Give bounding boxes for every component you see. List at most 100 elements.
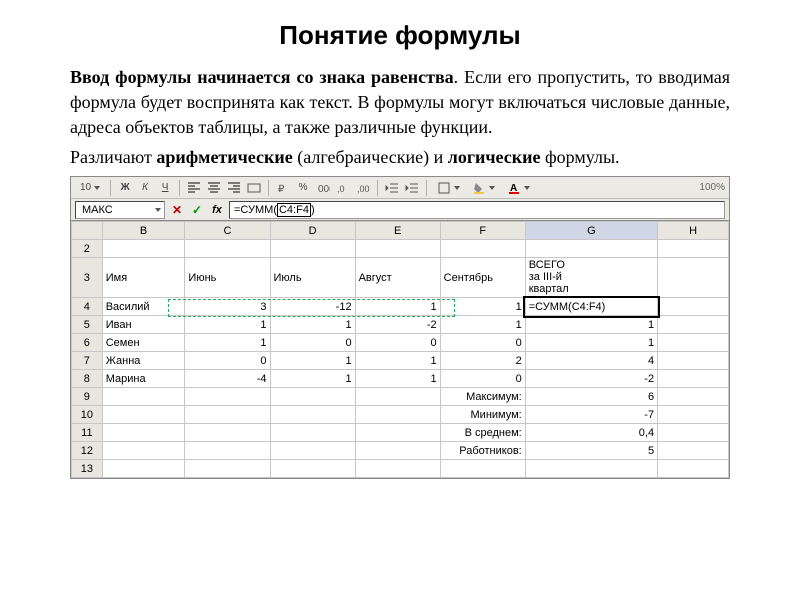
cell[interactable]: Август (355, 258, 440, 298)
indent-button[interactable] (403, 179, 421, 197)
accept-formula-button[interactable]: ✓ (189, 201, 205, 219)
cell[interactable]: -7 (525, 406, 657, 424)
row-header[interactable]: 10 (72, 406, 103, 424)
cell[interactable]: 1 (270, 352, 355, 370)
comma-button[interactable]: 000 (314, 179, 332, 197)
align-left-button[interactable] (185, 179, 203, 197)
decrease-decimal-button[interactable]: ,0 (334, 179, 352, 197)
cell[interactable]: Жанна (102, 352, 185, 370)
cell[interactable]: Июнь (185, 258, 270, 298)
align-center-button[interactable] (205, 179, 223, 197)
cell[interactable]: 0 (440, 370, 525, 388)
bold-button[interactable]: Ж (116, 179, 134, 197)
cells-grid[interactable]: B C D E F G H 2 3 Имя Июнь Июль Август С… (71, 221, 729, 478)
cell[interactable] (658, 316, 729, 334)
cell[interactable]: 0 (270, 334, 355, 352)
cell[interactable] (658, 352, 729, 370)
italic-button[interactable]: К (136, 179, 154, 197)
cell[interactable]: 1 (185, 316, 270, 334)
table-row: 8 Марина -4 1 1 0 -2 (72, 370, 729, 388)
cancel-formula-button[interactable]: ✕ (169, 201, 185, 219)
font-color-button[interactable]: A (502, 179, 535, 197)
name-box[interactable]: МАКС (75, 201, 165, 219)
row-header[interactable]: 13 (72, 460, 103, 478)
spreadsheet-window: 10 Ж К Ч ₽ % 000 ,0 ,00 A 100% (70, 176, 730, 479)
cell[interactable]: 4 (525, 352, 657, 370)
table-row: 6 Семен 1 0 0 0 1 (72, 334, 729, 352)
percent-button[interactable]: % (294, 179, 312, 197)
cell[interactable] (658, 298, 729, 316)
row-header[interactable]: 5 (72, 316, 103, 334)
cell[interactable]: 1 (355, 298, 440, 316)
increase-decimal-button[interactable]: ,00 (354, 179, 372, 197)
cell[interactable]: 5 (525, 442, 657, 460)
border-button[interactable] (432, 179, 465, 197)
cell[interactable] (658, 258, 729, 298)
cell[interactable]: 1 (440, 298, 525, 316)
cell[interactable]: 0 (440, 334, 525, 352)
row-header[interactable]: 2 (72, 240, 103, 258)
cell[interactable]: 1 (185, 334, 270, 352)
row-header[interactable]: 3 (72, 258, 103, 298)
row-header[interactable]: 6 (72, 334, 103, 352)
cell[interactable]: Работников: (440, 442, 525, 460)
cell[interactable]: 1 (270, 370, 355, 388)
cell[interactable] (658, 334, 729, 352)
col-header[interactable]: F (440, 222, 525, 240)
col-header[interactable]: H (658, 222, 729, 240)
cell[interactable]: -2 (525, 370, 657, 388)
outdent-button[interactable] (383, 179, 401, 197)
underline-button[interactable]: Ч (156, 179, 174, 197)
row-header[interactable]: 4 (72, 298, 103, 316)
cell[interactable]: 1 (525, 316, 657, 334)
cell[interactable]: Сентябрь (440, 258, 525, 298)
cell[interactable]: Василий (102, 298, 185, 316)
cell[interactable]: Семен (102, 334, 185, 352)
currency-button[interactable]: ₽ (274, 179, 292, 197)
para-2: Различают арифметические (алгебраические… (70, 145, 730, 170)
row-header[interactable]: 9 (72, 388, 103, 406)
fx-button[interactable]: fx (209, 201, 225, 219)
cell[interactable]: Имя (102, 258, 185, 298)
cell[interactable]: Июль (270, 258, 355, 298)
font-size-box[interactable]: 10 (75, 179, 105, 197)
col-header[interactable]: D (270, 222, 355, 240)
cell[interactable]: 1 (355, 370, 440, 388)
cell[interactable]: Минимум: (440, 406, 525, 424)
cell[interactable]: Иван (102, 316, 185, 334)
merge-button[interactable] (245, 179, 263, 197)
cell[interactable]: 0,4 (525, 424, 657, 442)
row-header[interactable]: 12 (72, 442, 103, 460)
table-row: 11 В среднем: 0,4 (72, 424, 729, 442)
col-header[interactable]: C (185, 222, 270, 240)
active-cell[interactable]: =СУММ(C4:F4) (525, 298, 657, 316)
select-all-corner[interactable] (72, 222, 103, 240)
col-header[interactable]: B (102, 222, 185, 240)
col-header[interactable]: G (525, 222, 657, 240)
cell[interactable]: -12 (270, 298, 355, 316)
row-header[interactable]: 11 (72, 424, 103, 442)
row-header[interactable]: 8 (72, 370, 103, 388)
col-header[interactable]: E (355, 222, 440, 240)
cell[interactable]: Максимум: (440, 388, 525, 406)
cell[interactable]: 0 (355, 334, 440, 352)
cell[interactable]: -2 (355, 316, 440, 334)
fill-color-button[interactable] (467, 179, 500, 197)
row-header[interactable]: 7 (72, 352, 103, 370)
cell[interactable]: 0 (185, 352, 270, 370)
cell[interactable] (658, 370, 729, 388)
cell[interactable]: 6 (525, 388, 657, 406)
cell[interactable]: -4 (185, 370, 270, 388)
cell[interactable]: ВСЕГО за III-й квартал (525, 258, 657, 298)
cell[interactable]: 1 (525, 334, 657, 352)
zoom-value: 100% (699, 182, 725, 193)
cell[interactable]: 1 (355, 352, 440, 370)
align-right-button[interactable] (225, 179, 243, 197)
cell[interactable]: В среднем: (440, 424, 525, 442)
cell[interactable]: 2 (440, 352, 525, 370)
cell[interactable]: 1 (440, 316, 525, 334)
cell[interactable]: 1 (270, 316, 355, 334)
cell[interactable]: 3 (185, 298, 270, 316)
formula-input[interactable]: =СУММ(C4:F4) (229, 201, 725, 219)
cell[interactable]: Марина (102, 370, 185, 388)
